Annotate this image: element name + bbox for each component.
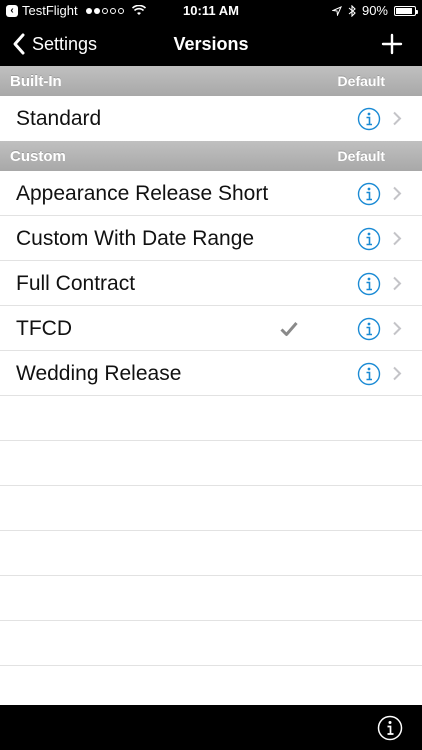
info-icon[interactable] xyxy=(377,715,403,741)
status-bar: ‹ TestFlight 10:11 AM 90% xyxy=(0,0,422,22)
list-item[interactable]: Standard xyxy=(0,96,422,141)
chevron-right-icon xyxy=(393,366,402,381)
info-icon[interactable] xyxy=(357,272,381,296)
chevron-right-icon xyxy=(393,231,402,246)
list-item[interactable]: TFCD xyxy=(0,306,422,351)
row-divider xyxy=(0,665,422,666)
list-item-label: TFCD xyxy=(16,317,72,340)
plus-icon[interactable] xyxy=(380,32,404,56)
checkmark-icon xyxy=(280,322,298,336)
info-icon[interactable] xyxy=(357,317,381,341)
chevron-right-icon xyxy=(393,111,402,126)
info-icon[interactable] xyxy=(357,227,381,251)
battery-fill xyxy=(396,7,413,14)
info-icon[interactable] xyxy=(357,362,381,386)
list-item[interactable]: Appearance Release Short xyxy=(0,171,422,216)
battery-percent: 90% xyxy=(361,3,388,18)
section-header-custom: Custom Default xyxy=(0,141,422,171)
chevron-right-icon xyxy=(393,186,402,201)
section-default-column-label: Default xyxy=(337,148,385,164)
location-icon xyxy=(331,5,342,16)
list-item[interactable]: Full Contract xyxy=(0,261,422,306)
bottom-toolbar xyxy=(0,705,422,750)
list-item-label: Custom With Date Range xyxy=(16,227,255,250)
list-item-label: Appearance Release Short xyxy=(16,182,269,205)
section-default-column-label: Default xyxy=(337,73,385,89)
empty-row xyxy=(0,621,422,666)
battery-icon xyxy=(394,5,418,16)
section-title: Custom xyxy=(10,148,66,165)
chevron-right-icon xyxy=(393,321,402,336)
empty-row xyxy=(0,486,422,531)
list-item-label: Full Contract xyxy=(16,272,136,295)
empty-row xyxy=(0,396,422,441)
list-item[interactable]: Wedding Release xyxy=(0,351,422,396)
bluetooth-icon xyxy=(348,4,356,17)
list-item[interactable]: Custom With Date Range xyxy=(0,216,422,261)
section-title: Built-In xyxy=(10,73,62,90)
info-icon[interactable] xyxy=(357,182,381,206)
empty-row xyxy=(0,576,422,621)
section-header-builtin: Built-In Default xyxy=(0,66,422,96)
navigation-bar: Settings Versions xyxy=(0,22,422,66)
list-item-label: Wedding Release xyxy=(16,362,182,385)
empty-row xyxy=(0,531,422,576)
empty-row xyxy=(0,441,422,486)
chevron-right-icon xyxy=(393,276,402,291)
status-bar-right: 90% xyxy=(331,3,418,18)
list-item-label: Standard xyxy=(16,107,102,130)
page-title: Versions xyxy=(173,34,249,54)
info-icon[interactable] xyxy=(357,107,381,131)
